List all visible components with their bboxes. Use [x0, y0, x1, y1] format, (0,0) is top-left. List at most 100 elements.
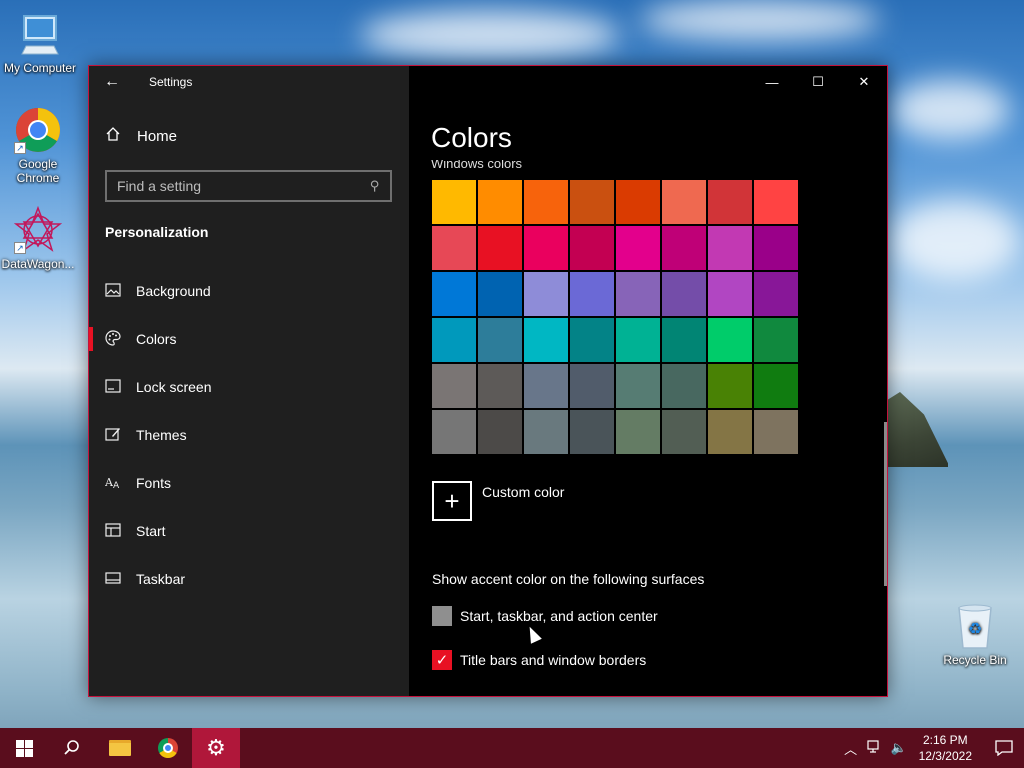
island: [888, 392, 948, 467]
color-swatch[interactable]: [524, 364, 568, 408]
color-swatch[interactable]: [570, 272, 614, 316]
network-icon[interactable]: [863, 739, 887, 757]
custom-color-button[interactable]: + Custom color: [432, 481, 564, 521]
plus-icon: +: [432, 481, 472, 521]
color-swatch[interactable]: [708, 180, 752, 224]
color-swatch[interactable]: [524, 226, 568, 270]
maximize-button[interactable]: ☐: [795, 66, 841, 98]
color-swatch[interactable]: [708, 272, 752, 316]
palette-icon: [105, 329, 121, 349]
color-swatch[interactable]: [754, 226, 798, 270]
color-swatch[interactable]: [708, 226, 752, 270]
sidebar-item-start[interactable]: Start: [89, 507, 409, 555]
search-input[interactable]: [117, 178, 371, 194]
file-explorer-button[interactable]: [96, 728, 144, 768]
color-swatch[interactable]: [478, 318, 522, 362]
cloud: [360, 10, 620, 60]
color-swatch[interactable]: [524, 410, 568, 454]
scrollbar[interactable]: [884, 422, 887, 586]
checkbox-title-bars[interactable]: ✓ Title bars and window borders: [432, 650, 646, 670]
checkmark-icon[interactable]: ✓: [432, 650, 452, 670]
color-swatch[interactable]: [662, 410, 706, 454]
sidebar-item-label: Fonts: [136, 475, 172, 491]
color-swatch[interactable]: [662, 364, 706, 408]
notification-center-button[interactable]: [984, 728, 1024, 768]
checkbox-label: Start, taskbar, and action center: [460, 608, 658, 624]
color-swatch[interactable]: [754, 318, 798, 362]
color-swatch[interactable]: [754, 364, 798, 408]
sidebar-nav: Background Colors Lock screen Themes A A…: [89, 267, 409, 603]
color-swatch[interactable]: [570, 180, 614, 224]
checkbox-start-taskbar[interactable]: Start, taskbar, and action center: [432, 606, 658, 626]
clock[interactable]: 2:16 PM 12/3/2022: [919, 732, 972, 764]
sidebar-item-colors[interactable]: Colors: [89, 315, 409, 363]
color-swatch[interactable]: [708, 364, 752, 408]
search-icon[interactable]: ⚲: [370, 178, 380, 194]
settings-taskbar-button[interactable]: ⚙: [192, 728, 240, 768]
color-swatch[interactable]: [662, 226, 706, 270]
color-swatch[interactable]: [432, 410, 476, 454]
color-swatch[interactable]: [478, 180, 522, 224]
sidebar-item-taskbar[interactable]: Taskbar: [89, 555, 409, 603]
gear-icon: ⚙: [206, 735, 226, 760]
search-box[interactable]: ⚲: [105, 170, 392, 202]
color-swatch[interactable]: [754, 180, 798, 224]
color-swatch[interactable]: [478, 410, 522, 454]
chrome-taskbar-button[interactable]: [144, 728, 192, 768]
windows-logo-icon: [15, 739, 33, 757]
sidebar-item-fonts[interactable]: AA Fonts: [89, 459, 409, 507]
color-swatch[interactable]: [708, 318, 752, 362]
color-swatch[interactable]: [570, 226, 614, 270]
sidebar-item-lock-screen[interactable]: Lock screen: [89, 363, 409, 411]
svg-text:♻: ♻: [968, 619, 982, 638]
chevron-up-icon[interactable]: ︿: [839, 739, 863, 758]
color-swatch[interactable]: [432, 180, 476, 224]
color-swatch[interactable]: [478, 226, 522, 270]
color-swatch[interactable]: [432, 226, 476, 270]
color-swatch[interactable]: [570, 318, 614, 362]
sidebar-item-label: Lock screen: [136, 379, 212, 395]
color-swatch[interactable]: [754, 410, 798, 454]
color-swatch[interactable]: [616, 226, 660, 270]
color-swatch[interactable]: [662, 180, 706, 224]
color-swatch[interactable]: [754, 272, 798, 316]
color-swatch[interactable]: [662, 318, 706, 362]
minimize-button[interactable]: —: [749, 66, 795, 98]
color-swatch[interactable]: [616, 364, 660, 408]
shortcut-arrow-icon: ↗: [14, 142, 26, 154]
folder-icon: [109, 740, 131, 756]
themes-icon: [105, 426, 121, 445]
color-swatch[interactable]: [616, 318, 660, 362]
color-swatch[interactable]: [478, 364, 522, 408]
close-button[interactable]: ✕: [841, 66, 887, 98]
desktop-icon-recycle-bin[interactable]: ♻ Recycle Bin: [935, 602, 1015, 667]
color-swatch[interactable]: [616, 410, 660, 454]
color-swatch[interactable]: [570, 364, 614, 408]
start-button[interactable]: [0, 728, 48, 768]
sidebar-item-themes[interactable]: Themes: [89, 411, 409, 459]
color-swatch[interactable]: [616, 180, 660, 224]
color-swatch[interactable]: [524, 272, 568, 316]
color-swatch[interactable]: [524, 180, 568, 224]
desktop-icon-google-chrome[interactable]: ↗ Google Chrome: [0, 106, 78, 185]
title-bar[interactable]: ← Settings: [89, 66, 409, 98]
color-swatch[interactable]: [662, 272, 706, 316]
desktop-icon-my-computer[interactable]: My Computer: [0, 10, 80, 75]
home-nav-item[interactable]: Home: [105, 126, 177, 146]
color-swatch[interactable]: [524, 318, 568, 362]
search-button[interactable]: [48, 728, 96, 768]
color-swatch[interactable]: [478, 272, 522, 316]
color-swatch[interactable]: [708, 410, 752, 454]
color-swatch[interactable]: [432, 272, 476, 316]
color-swatch[interactable]: [432, 364, 476, 408]
color-swatch[interactable]: [570, 410, 614, 454]
shortcut-arrow-icon: ↗: [14, 242, 26, 254]
color-swatch[interactable]: [432, 318, 476, 362]
clock-date: 12/3/2022: [918, 749, 972, 763]
sidebar-item-background[interactable]: Background: [89, 267, 409, 315]
back-button[interactable]: ←: [89, 66, 135, 98]
color-swatch[interactable]: [616, 272, 660, 316]
volume-icon[interactable]: 🔈: [887, 740, 911, 756]
checkbox-unchecked[interactable]: [432, 606, 452, 626]
desktop-icon-datawagon[interactable]: ↗ DataWagon...: [0, 205, 78, 271]
